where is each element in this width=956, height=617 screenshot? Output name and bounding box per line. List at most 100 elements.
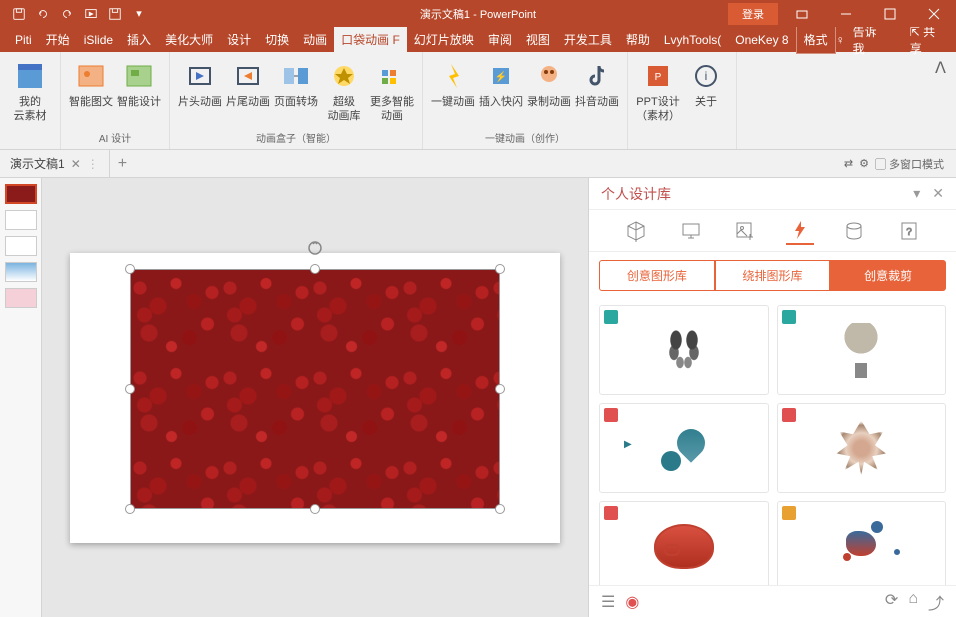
smart-graphic-button[interactable]: 智能图文 [69,60,113,109]
thumb-3[interactable] [5,236,37,256]
resize-handle[interactable] [495,384,505,394]
image-content [130,269,500,509]
template-card-leaf[interactable] [777,403,947,493]
cloud-material-button[interactable]: 我的 云素材 [8,60,52,124]
resize-handle[interactable] [125,504,135,514]
cube-icon[interactable] [622,217,650,245]
insert-flash-button[interactable]: ⚡插入快闪 [479,60,523,109]
template-card-splash[interactable] [777,501,947,585]
multiwindow-icon[interactable]: ▢ 多窗口模式 [875,156,944,172]
badge-icon [782,506,796,520]
tab-design[interactable]: 设计 [220,26,258,53]
login-button[interactable]: 登录 [728,3,778,25]
resize-handle[interactable] [125,264,135,274]
thumb-2[interactable] [5,210,37,230]
tab-islide[interactable]: iSlide [77,28,120,52]
ppt-design-button[interactable]: PPPT设计 （素材） [636,60,680,124]
tab-pocket-anim[interactable]: 口袋动画 F [334,26,407,53]
disk-icon[interactable] [840,217,868,245]
close-icon[interactable] [914,0,954,27]
screen-icon[interactable] [677,217,705,245]
help-icon[interactable]: ? [895,217,923,245]
svg-text:?: ? [906,227,912,238]
camera-icon[interactable]: ◉ [625,592,639,612]
minimize-icon[interactable] [826,0,866,27]
redo-icon[interactable] [56,3,78,25]
thumb-5[interactable] [5,288,37,308]
collapse-ribbon-icon[interactable]: ᐱ [925,52,956,149]
template-card-bulb[interactable] [777,305,947,395]
tell-me-input[interactable]: 告诉我 [853,23,882,57]
gear-icon[interactable]: ⚙ [859,157,869,170]
resize-handle[interactable] [495,264,505,274]
smart-design-button[interactable]: 智能设计 [117,60,161,109]
title-bar: ▾ 演示文稿1 - PowerPoint 登录 [0,0,956,27]
template-card-drops[interactable]: ▶ [599,403,769,493]
badge-icon [604,310,618,324]
panel-dropdown-icon[interactable]: ▾ [913,185,920,202]
selected-image[interactable] [130,269,500,509]
home-icon[interactable]: ⌂ [908,590,918,614]
save-icon[interactable] [8,3,30,25]
panel-title: 个人设计库 [601,184,671,204]
doc-tab-label: 演示文稿1 [10,155,65,172]
badge-icon [782,408,796,422]
tab-piti[interactable]: Piti [8,28,39,52]
tab-developer[interactable]: 开发工具 [557,26,619,53]
record-anim-button[interactable]: 录制动画 [527,60,571,109]
svg-text:i: i [705,69,708,83]
tab-onekey[interactable]: OneKey 8 [728,28,795,52]
svg-text:⚡: ⚡ [495,70,507,83]
doc-tab-1[interactable]: 演示文稿1 ✕ ⋮ [0,150,110,177]
super-animlib-button[interactable]: 超级 动画库 [322,60,366,124]
resize-handle[interactable] [310,264,320,274]
slide-canvas[interactable] [42,178,588,617]
lightning-icon[interactable] [786,217,814,245]
undo-icon[interactable] [32,3,54,25]
add-tab-button[interactable]: + [110,155,135,173]
template-card-pig[interactable] [599,501,769,585]
refresh-icon[interactable]: ⟳ [885,590,898,614]
switch-icon[interactable]: ⇄ [844,157,853,170]
tab-insert[interactable]: 插入 [120,26,158,53]
tab-transitions[interactable]: 切换 [258,26,296,53]
ribbon-options-icon[interactable] [782,0,822,27]
resize-handle[interactable] [310,504,320,514]
rotate-handle-icon[interactable] [306,239,324,262]
tab-view[interactable]: 视图 [519,26,557,53]
subtab-creative-shapes[interactable]: 创意图形库 [599,260,715,291]
template-card-butterfly[interactable] [599,305,769,395]
ribbon-label-animbox: 动画盒子（智能） [256,130,336,147]
tab-lvyhtools[interactable]: LvyhTools( [657,28,728,52]
resize-handle[interactable] [495,504,505,514]
oneclick-anim-button[interactable]: 一键动画 [431,60,475,109]
tab-animations[interactable]: 动画 [296,26,334,53]
menu-icon[interactable]: ☰ [601,592,615,612]
intro-anim-button[interactable]: 片头动画 [178,60,222,109]
subtab-creative-crop[interactable]: 创意裁剪 [830,260,946,291]
tab-beautify[interactable]: 美化大师 [158,26,220,53]
subtab-wrap-shapes[interactable]: 绕排图形库 [715,260,831,291]
tab-home[interactable]: 开始 [39,26,77,53]
ribbon-tabs: Piti 开始 iSlide 插入 美化大师 设计 切换 动画 口袋动画 F 幻… [0,27,956,52]
outro-anim-button[interactable]: 片尾动画 [226,60,270,109]
resize-handle[interactable] [125,384,135,394]
maximize-icon[interactable] [870,0,910,27]
more-anim-button[interactable]: 更多智能 动画 [370,60,414,124]
thumb-1[interactable] [5,184,37,204]
thumb-4[interactable] [5,262,37,282]
tab-review[interactable]: 审阅 [481,26,519,53]
tab-format[interactable]: 格式 [796,25,836,54]
tab-help[interactable]: 帮助 [619,26,657,53]
save2-icon[interactable] [104,3,126,25]
close-icon[interactable]: ✕ [71,157,81,171]
douyin-anim-button[interactable]: 抖音动画 [575,60,619,109]
qat-more-icon[interactable]: ▾ [128,3,150,25]
upload-icon[interactable]: ⤴ [928,590,944,614]
tab-slideshow[interactable]: 幻灯片放映 [407,26,481,53]
image-plus-icon[interactable] [731,217,759,245]
panel-close-icon[interactable]: ✕ [932,185,944,202]
about-button[interactable]: i关于 [684,60,728,109]
start-icon[interactable] [80,3,102,25]
page-transition-button[interactable]: 页面转场 [274,60,318,109]
